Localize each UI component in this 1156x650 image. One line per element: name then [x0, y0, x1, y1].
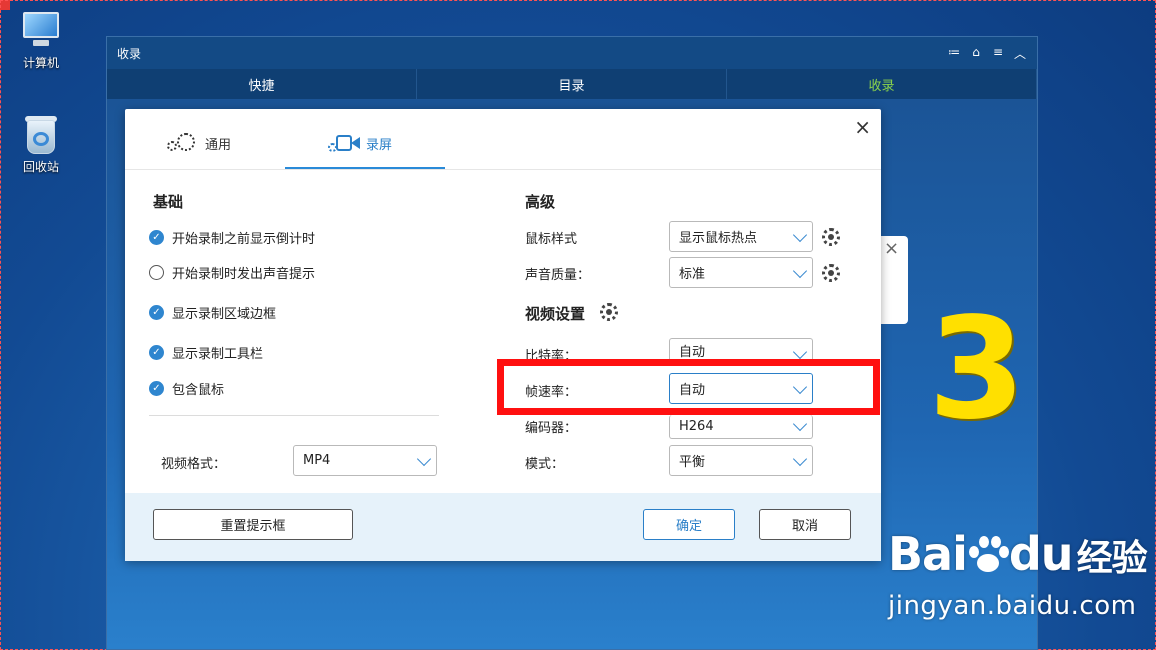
- desktop-icon-recycle-bin[interactable]: 回收站: [6, 114, 76, 175]
- mouse-style-settings-icon[interactable]: [822, 228, 840, 246]
- video-settings-title: 视频设置: [525, 305, 586, 323]
- encoder-select[interactable]: H264: [669, 415, 813, 439]
- app-tabs: 快捷 目录 收录: [107, 69, 1037, 99]
- baidu-logo-right: du: [1008, 527, 1074, 581]
- paw-icon: [967, 534, 1009, 574]
- list-icon[interactable]: ≔: [947, 45, 961, 62]
- section-divider: [149, 415, 439, 416]
- watermark-url: jingyan.baidu.com: [888, 591, 1137, 621]
- annotation-step-number: 3: [928, 288, 1026, 451]
- ok-button[interactable]: 确定: [643, 509, 735, 540]
- tab-screen-record-label: 录屏: [366, 137, 393, 153]
- unchecked-icon[interactable]: [149, 265, 164, 280]
- chevron-down-icon: [792, 451, 808, 467]
- encoder-label: 编码器：: [525, 421, 578, 436]
- desktop-icon-label: 计算机: [22, 56, 59, 70]
- select-value: 标准: [679, 267, 706, 282]
- checked-icon[interactable]: ✓: [149, 381, 164, 396]
- checked-icon[interactable]: ✓: [149, 345, 164, 360]
- settings-dialog: × 通用 录屏 基础 ✓ 开始录制之前显示倒计时 开始录制时发出声音提示 ✓ 显…: [125, 109, 881, 561]
- audio-quality-label: 声音质量：: [525, 268, 591, 283]
- desktop-corner-marker: [0, 0, 10, 10]
- option-toolbar[interactable]: ✓ 显示录制工具栏: [149, 343, 263, 362]
- audio-quality-settings-icon[interactable]: [822, 264, 840, 282]
- video-format-label: 视频格式：: [161, 457, 227, 472]
- mouse-style-label: 鼠标样式: [525, 232, 578, 247]
- option-label: 包含鼠标: [172, 383, 225, 398]
- dialog-tabs: 通用 录屏: [125, 109, 881, 170]
- dialog-footer: 重置提示框 确定 取消: [125, 493, 881, 561]
- menu-icon[interactable]: ≡: [991, 45, 1005, 62]
- mode-label: 模式：: [525, 457, 565, 472]
- recycle-bin-icon: [19, 114, 63, 154]
- cancel-button[interactable]: 取消: [759, 509, 851, 540]
- baidu-watermark: Bai du 经验 jingyan.baidu.com: [888, 527, 1148, 621]
- option-label: 开始录制之前显示倒计时: [172, 232, 316, 247]
- chevron-down-icon: [792, 416, 808, 432]
- select-value: 显示鼠标热点: [679, 231, 758, 246]
- video-format-select[interactable]: MP4: [293, 445, 437, 476]
- option-label: 显示录制区域边框: [172, 307, 277, 322]
- checked-icon[interactable]: ✓: [149, 230, 164, 245]
- tab-general[interactable]: 通用: [167, 133, 231, 153]
- checked-icon[interactable]: ✓: [149, 305, 164, 320]
- video-settings-gear-icon[interactable]: [600, 303, 618, 321]
- option-label: 显示录制工具栏: [172, 347, 264, 362]
- annotation-highlight-box: [497, 359, 880, 415]
- mode-select[interactable]: 平衡: [669, 445, 813, 476]
- baidu-logo: Bai du 经验: [888, 527, 1148, 583]
- audio-quality-select[interactable]: 标准: [669, 257, 813, 288]
- camera-icon: [328, 133, 360, 153]
- option-sound-prompt[interactable]: 开始录制时发出声音提示: [149, 263, 315, 282]
- lock-icon[interactable]: ⌂: [969, 45, 983, 62]
- computer-icon: [19, 10, 63, 50]
- tab-screen-record[interactable]: 录屏: [328, 133, 392, 153]
- select-value: MP4: [303, 453, 331, 468]
- desktop-icon-computer[interactable]: 计算机: [6, 10, 76, 71]
- advanced-section-title: 高级: [525, 193, 556, 211]
- baidu-logo-cn: 经验: [1076, 538, 1148, 579]
- reset-prompts-button[interactable]: 重置提示框: [153, 509, 353, 540]
- gears-icon: [167, 133, 199, 153]
- tab-shortcut[interactable]: 快捷: [107, 69, 417, 99]
- option-include-mouse[interactable]: ✓ 包含鼠标: [149, 379, 224, 398]
- option-area-border[interactable]: ✓ 显示录制区域边框: [149, 303, 276, 322]
- chevron-down-icon: [792, 344, 808, 360]
- tab-directory[interactable]: 目录: [417, 69, 727, 99]
- select-value: 平衡: [679, 455, 706, 470]
- chevron-down-icon: [792, 263, 808, 279]
- app-titlebar: 收录 ≔ ⌂ ≡ ︿: [107, 37, 1037, 69]
- option-countdown[interactable]: ✓ 开始录制之前显示倒计时: [149, 228, 315, 247]
- collapse-icon[interactable]: ︿: [1013, 45, 1027, 62]
- mouse-style-select[interactable]: 显示鼠标热点: [669, 221, 813, 252]
- chevron-down-icon: [416, 451, 432, 467]
- app-title: 收录: [117, 46, 142, 61]
- tab-general-label: 通用: [205, 137, 232, 153]
- tab-collection[interactable]: 收录: [727, 69, 1037, 99]
- basic-section-title: 基础: [153, 193, 184, 211]
- select-value: H264: [679, 419, 714, 434]
- background-card-close-icon[interactable]: ×: [884, 238, 900, 259]
- baidu-logo-left: Bai: [888, 527, 968, 581]
- select-value: 自动: [679, 345, 706, 360]
- title-controls: ≔ ⌂ ≡ ︿: [947, 45, 1027, 62]
- option-label: 开始录制时发出声音提示: [172, 267, 316, 282]
- active-tab-underline: [285, 167, 445, 169]
- chevron-down-icon: [792, 227, 808, 243]
- desktop-icon-label: 回收站: [22, 160, 59, 174]
